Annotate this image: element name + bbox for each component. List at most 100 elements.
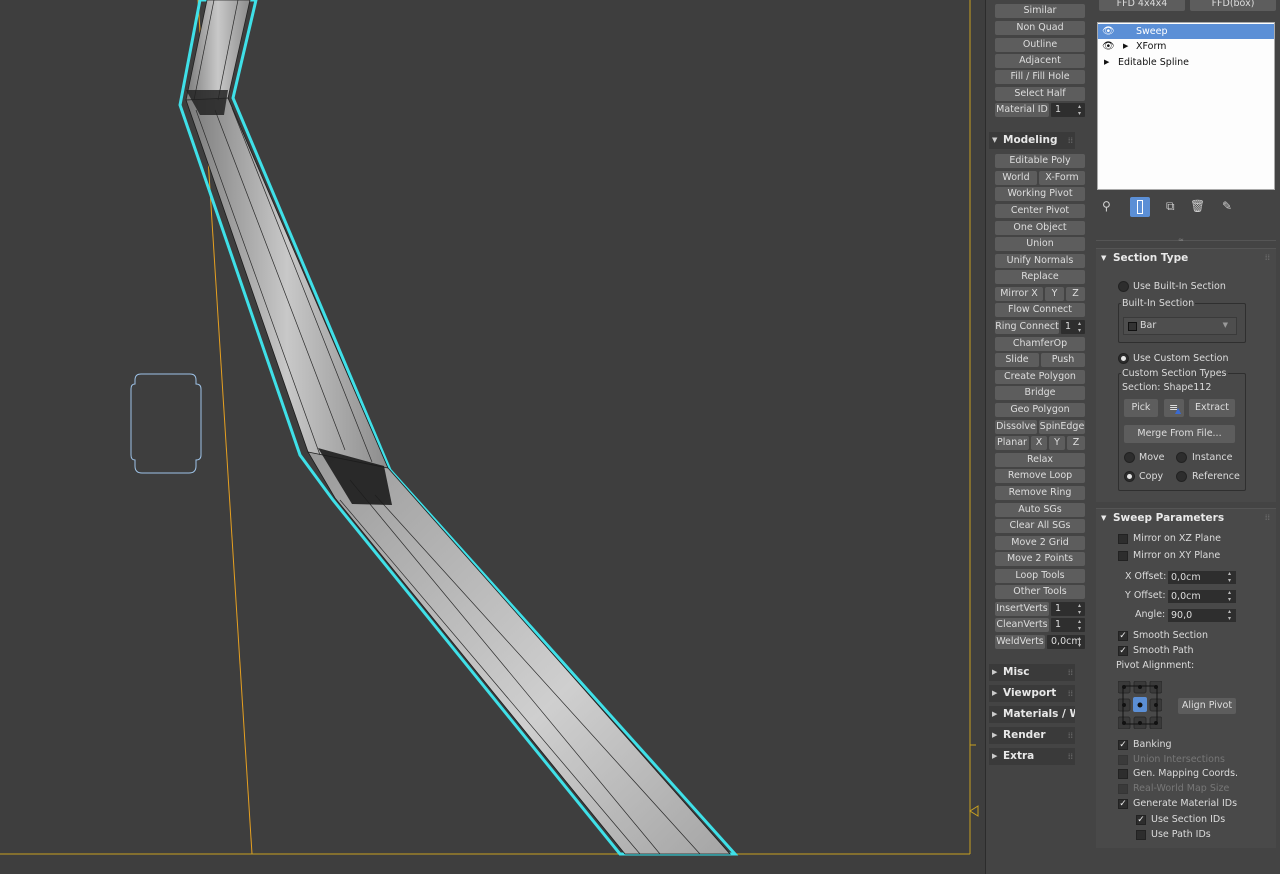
weld-verts-spinner[interactable]: 0,0cm — [1047, 635, 1085, 649]
make-unique-icon[interactable]: ⧉ — [1166, 199, 1175, 214]
outline-button[interactable]: Outline — [995, 38, 1085, 52]
pivot-alignment-grid[interactable] — [1117, 680, 1163, 730]
create-polygon-button[interactable]: Create Polygon — [995, 370, 1085, 384]
gen-mapping-checkbox[interactable] — [1118, 769, 1128, 779]
use-builtin-section-radio[interactable] — [1118, 281, 1129, 292]
select-half-button[interactable]: Select Half — [995, 87, 1085, 101]
mirror-y-button[interactable]: Y — [1045, 287, 1064, 301]
adjacent-button[interactable]: Adjacent — [995, 54, 1085, 68]
ring-connect-button[interactable]: Ring Connect — [995, 320, 1059, 334]
weld-verts-button[interactable]: WeldVerts — [995, 635, 1045, 649]
working-pivot-button[interactable]: Working Pivot — [995, 187, 1085, 201]
expand-arrow-icon[interactable]: ▶ — [1123, 39, 1128, 54]
y-offset-spinner[interactable]: 0,0cm — [1168, 590, 1236, 603]
stack-item-xform[interactable]: 👁 ▶ XForm — [1098, 39, 1274, 54]
modeling-rollout-header[interactable]: ▼ Modeling ⁞⁞ — [989, 132, 1075, 149]
show-end-result-icon[interactable] — [1130, 197, 1150, 217]
pick-shape-icon[interactable]: ≡ ▲ — [1164, 399, 1184, 417]
extract-button[interactable]: Extract — [1189, 399, 1235, 417]
configure-modifier-sets-icon[interactable]: ✎ — [1222, 199, 1232, 213]
spin-edge-button[interactable]: SpinEdge — [1039, 420, 1085, 434]
move-2-grid-button[interactable]: Move 2 Grid — [995, 536, 1085, 550]
remove-ring-button[interactable]: Remove Ring — [995, 486, 1085, 500]
angle-spinner[interactable]: 90,0 — [1168, 609, 1236, 622]
center-pivot-button[interactable]: Center Pivot — [995, 204, 1085, 218]
material-id-spinner[interactable]: 1 — [1051, 103, 1085, 117]
bridge-button[interactable]: Bridge — [995, 386, 1085, 400]
extra-rollout-header[interactable]: ▶ Extra ⁞⁞ — [989, 748, 1075, 765]
loop-tools-button[interactable]: Loop Tools — [995, 569, 1085, 583]
flow-connect-button[interactable]: Flow Connect — [995, 303, 1085, 317]
replace-button[interactable]: Replace — [995, 270, 1085, 284]
slide-button[interactable]: Slide — [995, 353, 1039, 367]
merge-from-file-button[interactable]: Merge From File... — [1124, 425, 1235, 443]
misc-rollout-header[interactable]: ▶ Misc ⁞⁞ — [989, 664, 1075, 681]
unify-normals-button[interactable]: Unify Normals — [995, 254, 1085, 268]
sweep-parameters-header[interactable]: ▼ Sweep Parameters ⁞⁞ — [1096, 509, 1276, 527]
chamfer-op-button[interactable]: ChamferOp — [995, 337, 1085, 351]
eye-icon[interactable]: 👁 — [1102, 24, 1115, 39]
section-type-header[interactable]: ▼ Section Type ⁞⁞ — [1096, 249, 1276, 267]
viewport-rollout-header[interactable]: ▶ Viewport ⁞⁞ — [989, 685, 1075, 702]
clear-all-sgs-button[interactable]: Clear All SGs — [995, 519, 1085, 533]
one-object-button[interactable]: One Object — [995, 221, 1085, 235]
reference-radio[interactable] — [1176, 471, 1187, 482]
planar-x-button[interactable]: X — [1031, 436, 1047, 450]
world-button[interactable]: World — [995, 171, 1037, 185]
insert-verts-spinner[interactable]: 1 — [1051, 602, 1085, 616]
planar-z-button[interactable]: Z — [1067, 436, 1085, 450]
modifier-stack-list[interactable]: 👁 Sweep 👁 ▶ XForm ▶ Editable Spline — [1097, 22, 1275, 190]
ring-connect-spinner[interactable]: 1 — [1061, 320, 1085, 334]
ffd-4x4x4-button[interactable]: FFD 4x4x4 — [1099, 0, 1185, 11]
remove-modifier-icon[interactable]: 🗑 — [1190, 199, 1205, 213]
use-section-ids-checkbox[interactable]: ✓ — [1136, 815, 1146, 825]
geo-polygon-button[interactable]: Geo Polygon — [995, 403, 1085, 417]
stack-item-sweep[interactable]: 👁 Sweep — [1098, 24, 1274, 39]
x-offset-spinner[interactable]: 0,0cm — [1168, 571, 1236, 584]
move-radio[interactable] — [1124, 452, 1135, 463]
copy-radio[interactable] — [1124, 471, 1135, 482]
use-path-ids-checkbox[interactable] — [1136, 830, 1146, 840]
auto-sgs-button[interactable]: Auto SGs — [995, 503, 1085, 517]
real-world-map-checkbox[interactable] — [1118, 784, 1128, 794]
mirror-z-button[interactable]: Z — [1066, 287, 1085, 301]
smooth-section-checkbox[interactable]: ✓ — [1118, 631, 1128, 641]
align-pivot-button[interactable]: Align Pivot — [1178, 698, 1236, 714]
clean-verts-button[interactable]: CleanVerts — [995, 618, 1049, 632]
dissolve-button[interactable]: Dissolve — [995, 420, 1037, 434]
expand-arrow-icon[interactable]: ▶ — [1104, 55, 1109, 70]
relax-button[interactable]: Relax — [995, 453, 1085, 467]
mirror-x-button[interactable]: Mirror X — [995, 287, 1043, 301]
planar-y-button[interactable]: Y — [1049, 436, 1065, 450]
planar-button[interactable]: Planar — [995, 436, 1029, 450]
builtin-section-dropdown[interactable]: Bar ▼ — [1123, 317, 1237, 335]
use-custom-section-radio[interactable] — [1118, 353, 1129, 364]
pick-button[interactable]: Pick — [1124, 399, 1158, 417]
render-rollout-header[interactable]: ▶ Render ⁞⁞ — [989, 727, 1075, 744]
insert-verts-button[interactable]: InsertVerts — [995, 602, 1049, 616]
materials-rollout-header[interactable]: ▶ Materials / Wir — [989, 706, 1075, 723]
other-tools-button[interactable]: Other Tools — [995, 585, 1085, 599]
clean-verts-spinner[interactable]: 1 — [1051, 618, 1085, 632]
instance-radio[interactable] — [1176, 452, 1187, 463]
fill-hole-button[interactable]: Fill / Fill Hole — [995, 70, 1085, 84]
ffd-box-button[interactable]: FFD(box) — [1190, 0, 1276, 11]
union-button[interactable]: Union — [995, 237, 1085, 251]
mirror-xz-checkbox[interactable] — [1118, 534, 1128, 544]
drag-handle-icon[interactable]: ≈ — [1178, 236, 1184, 244]
editable-poly-button[interactable]: Editable Poly — [995, 154, 1085, 168]
similar-button[interactable]: Similar — [995, 4, 1085, 18]
gen-material-ids-checkbox[interactable]: ✓ — [1118, 799, 1128, 809]
move-2-points-button[interactable]: Move 2 Points — [995, 552, 1085, 566]
non-quad-button[interactable]: Non Quad — [995, 21, 1085, 35]
perspective-viewport[interactable] — [0, 0, 985, 874]
push-button[interactable]: Push — [1041, 353, 1085, 367]
material-id-button[interactable]: Material ID — [995, 103, 1049, 117]
remove-loop-button[interactable]: Remove Loop — [995, 469, 1085, 483]
banking-checkbox[interactable]: ✓ — [1118, 740, 1128, 750]
stack-item-editable-spline[interactable]: ▶ Editable Spline — [1098, 55, 1274, 70]
pin-stack-icon[interactable]: ⚲ — [1102, 199, 1111, 213]
smooth-path-checkbox[interactable]: ✓ — [1118, 646, 1128, 656]
mirror-xy-checkbox[interactable] — [1118, 551, 1128, 561]
union-intersections-checkbox[interactable] — [1118, 755, 1128, 765]
